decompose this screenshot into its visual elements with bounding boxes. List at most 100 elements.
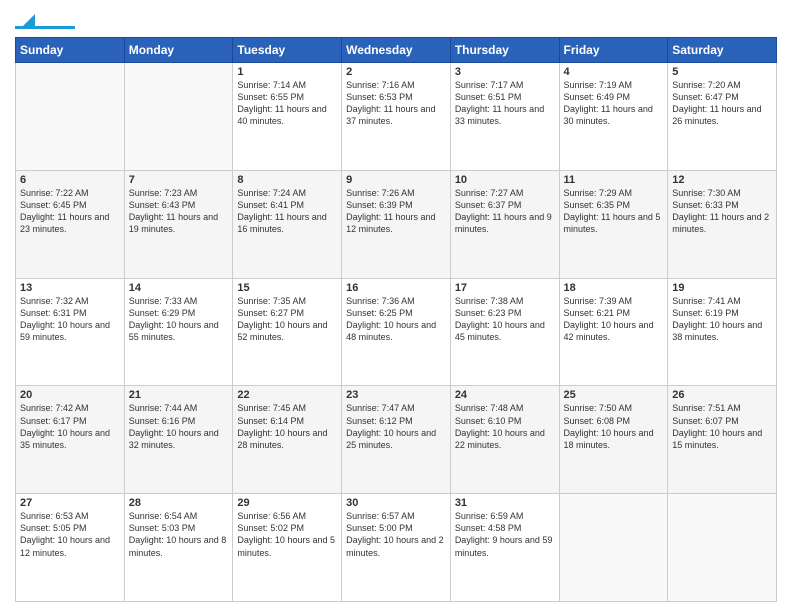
day-info: Sunrise: 7:51 AM Sunset: 6:07 PM Dayligh… [672,403,762,449]
calendar-week-row: 20 Sunrise: 7:42 AM Sunset: 6:17 PM Dayli… [16,386,777,494]
day-info: Sunrise: 7:23 AM Sunset: 6:43 PM Dayligh… [129,188,218,234]
col-thursday: Thursday [450,38,559,63]
day-info: Sunrise: 7:42 AM Sunset: 6:17 PM Dayligh… [20,403,110,449]
calendar-cell: 22 Sunrise: 7:45 AM Sunset: 6:14 PM Dayli… [233,386,342,494]
calendar-table: Sunday Monday Tuesday Wednesday Thursday… [15,37,777,602]
day-number: 21 [129,389,229,401]
day-number: 17 [455,282,555,294]
day-info: Sunrise: 6:57 AM Sunset: 5:00 PM Dayligh… [346,511,444,557]
day-number: 3 [455,66,555,78]
day-number: 6 [20,174,120,186]
day-info: Sunrise: 7:26 AM Sunset: 6:39 PM Dayligh… [346,188,435,234]
day-info: Sunrise: 7:44 AM Sunset: 6:16 PM Dayligh… [129,403,219,449]
day-number: 11 [564,174,664,186]
day-number: 13 [20,282,120,294]
day-number: 15 [237,282,337,294]
day-number: 30 [346,497,446,509]
col-sunday: Sunday [16,38,125,63]
calendar-cell: 8 Sunrise: 7:24 AM Sunset: 6:41 PM Daylig… [233,170,342,278]
day-info: Sunrise: 7:50 AM Sunset: 6:08 PM Dayligh… [564,403,654,449]
calendar-cell: 17 Sunrise: 7:38 AM Sunset: 6:23 PM Dayli… [450,278,559,386]
calendar-cell: 29 Sunrise: 6:56 AM Sunset: 5:02 PM Dayli… [233,494,342,602]
col-tuesday: Tuesday [233,38,342,63]
calendar-cell: 9 Sunrise: 7:26 AM Sunset: 6:39 PM Daylig… [342,170,451,278]
calendar-cell: 26Sunrise: 7:51 AM Sunset: 6:07 PM Dayli… [668,386,777,494]
day-info: Sunrise: 7:48 AM Sunset: 6:10 PM Dayligh… [455,403,545,449]
day-number: 18 [564,282,664,294]
calendar-week-row: 6 Sunrise: 7:22 AM Sunset: 6:45 PM Daylig… [16,170,777,278]
header [15,10,777,29]
calendar-cell: 4 Sunrise: 7:19 AM Sunset: 6:49 PM Daylig… [559,63,668,171]
day-info: Sunrise: 7:30 AM Sunset: 6:33 PM Dayligh… [672,188,769,234]
day-info: Sunrise: 6:59 AM Sunset: 4:58 PM Dayligh… [455,511,553,557]
calendar-week-row: 27 Sunrise: 6:53 AM Sunset: 5:05 PM Dayli… [16,494,777,602]
calendar-cell: 25 Sunrise: 7:50 AM Sunset: 6:08 PM Dayli… [559,386,668,494]
day-number: 22 [237,389,337,401]
calendar-cell: 14Sunrise: 7:33 AM Sunset: 6:29 PM Dayli… [124,278,233,386]
calendar-cell: 7 Sunrise: 7:23 AM Sunset: 6:43 PM Daylig… [124,170,233,278]
calendar-header-row: Sunday Monday Tuesday Wednesday Thursday… [16,38,777,63]
day-info: Sunrise: 7:24 AM Sunset: 6:41 PM Dayligh… [237,188,326,234]
day-info: Sunrise: 7:45 AM Sunset: 6:14 PM Dayligh… [237,403,327,449]
calendar-cell [124,63,233,171]
day-number: 1 [237,66,337,78]
calendar-cell: 12 Sunrise: 7:30 AM Sunset: 6:33 PM Dayli… [668,170,777,278]
day-info: Sunrise: 7:33 AM Sunset: 6:29 PM Dayligh… [129,296,219,342]
calendar-cell: 24 Sunrise: 7:48 AM Sunset: 6:10 PM Dayli… [450,386,559,494]
day-number: 28 [129,497,229,509]
calendar-cell: 11 Sunrise: 7:29 AM Sunset: 6:35 PM Dayli… [559,170,668,278]
day-number: 24 [455,389,555,401]
col-wednesday: Wednesday [342,38,451,63]
day-info: Sunrise: 7:19 AM Sunset: 6:49 PM Dayligh… [564,80,653,126]
day-number: 16 [346,282,446,294]
col-friday: Friday [559,38,668,63]
calendar-cell: 3Sunrise: 7:17 AM Sunset: 6:51 PM Daylig… [450,63,559,171]
day-info: Sunrise: 6:54 AM Sunset: 5:03 PM Dayligh… [129,511,227,557]
day-info: Sunrise: 7:22 AM Sunset: 6:45 PM Dayligh… [20,188,109,234]
day-info: Sunrise: 7:36 AM Sunset: 6:25 PM Dayligh… [346,296,436,342]
day-number: 27 [20,497,120,509]
day-number: 8 [237,174,337,186]
logo-underline [15,26,75,29]
col-monday: Monday [124,38,233,63]
calendar-cell: 5 Sunrise: 7:20 AM Sunset: 6:47 PM Daylig… [668,63,777,171]
calendar-cell: 13 Sunrise: 7:32 AM Sunset: 6:31 PM Dayli… [16,278,125,386]
day-info: Sunrise: 7:16 AM Sunset: 6:53 PM Dayligh… [346,80,435,126]
day-number: 4 [564,66,664,78]
calendar-cell: 10Sunrise: 7:27 AM Sunset: 6:37 PM Dayli… [450,170,559,278]
page: Sunday Monday Tuesday Wednesday Thursday… [0,0,792,612]
day-number: 7 [129,174,229,186]
calendar-cell [559,494,668,602]
day-number: 23 [346,389,446,401]
day-info: Sunrise: 7:35 AM Sunset: 6:27 PM Dayligh… [237,296,327,342]
day-number: 9 [346,174,446,186]
calendar-cell [668,494,777,602]
day-number: 29 [237,497,337,509]
logo [15,10,75,29]
calendar-cell: 20 Sunrise: 7:42 AM Sunset: 6:17 PM Dayli… [16,386,125,494]
calendar-cell: 18Sunrise: 7:39 AM Sunset: 6:21 PM Dayli… [559,278,668,386]
day-info: Sunrise: 7:38 AM Sunset: 6:23 PM Dayligh… [455,296,545,342]
day-number: 5 [672,66,772,78]
day-number: 12 [672,174,772,186]
day-info: Sunrise: 6:53 AM Sunset: 5:05 PM Dayligh… [20,511,110,557]
calendar-cell: 30 Sunrise: 6:57 AM Sunset: 5:00 PM Dayli… [342,494,451,602]
day-info: Sunrise: 7:47 AM Sunset: 6:12 PM Dayligh… [346,403,436,449]
day-number: 25 [564,389,664,401]
day-number: 31 [455,497,555,509]
day-number: 19 [672,282,772,294]
calendar-cell: 28 Sunrise: 6:54 AM Sunset: 5:03 PM Dayli… [124,494,233,602]
day-number: 10 [455,174,555,186]
day-number: 20 [20,389,120,401]
calendar-cell: 6 Sunrise: 7:22 AM Sunset: 6:45 PM Daylig… [16,170,125,278]
day-info: Sunrise: 7:20 AM Sunset: 6:47 PM Dayligh… [672,80,761,126]
calendar-cell: 15 Sunrise: 7:35 AM Sunset: 6:27 PM Dayli… [233,278,342,386]
day-info: Sunrise: 6:56 AM Sunset: 5:02 PM Dayligh… [237,511,335,557]
day-info: Sunrise: 7:32 AM Sunset: 6:31 PM Dayligh… [20,296,110,342]
day-info: Sunrise: 7:14 AM Sunset: 6:55 PM Dayligh… [237,80,326,126]
col-saturday: Saturday [668,38,777,63]
day-info: Sunrise: 7:29 AM Sunset: 6:35 PM Dayligh… [564,188,661,234]
calendar-cell: 31 Sunrise: 6:59 AM Sunset: 4:58 PM Dayli… [450,494,559,602]
calendar-cell: 21 Sunrise: 7:44 AM Sunset: 6:16 PM Dayli… [124,386,233,494]
calendar-cell: 23 Sunrise: 7:47 AM Sunset: 6:12 PM Dayli… [342,386,451,494]
